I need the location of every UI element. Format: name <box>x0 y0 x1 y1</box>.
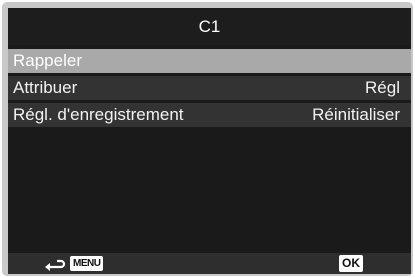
menu-item-label: Régl. d'enregistrement <box>13 105 184 124</box>
menu-item-label: Attribuer <box>13 78 78 97</box>
menu-item-regl-enregistrement[interactable]: Régl. d'enregistrement Réinitialiser <box>8 103 411 127</box>
menu-item-value: Réinitialiser <box>312 105 400 124</box>
menu-item-label: Rappeler <box>13 51 82 70</box>
menu-item-rappeler[interactable]: Rappeler <box>8 49 411 73</box>
ok-button[interactable]: OK <box>339 255 363 272</box>
menu-item-attribuer[interactable]: Attribuer Régl <box>8 76 411 100</box>
page-title: C1 <box>198 16 221 36</box>
menu-item-value: Régl <box>365 78 400 97</box>
menu-button[interactable]: MENU <box>70 256 104 271</box>
camera-menu-screen: C1 Rappeler Attribuer Régl Régl. d'enreg… <box>8 8 411 274</box>
button-guide-bar: MENU OK <box>8 253 411 274</box>
menu-list: Rappeler Attribuer Régl Régl. d'enregist… <box>8 49 411 130</box>
back-arrow-icon <box>45 259 66 271</box>
back-button[interactable]: MENU <box>44 255 104 272</box>
camera-screen-frame: C1 Rappeler Attribuer Régl Régl. d'enreg… <box>2 2 413 276</box>
menu-title-bar: C1 <box>8 8 411 45</box>
